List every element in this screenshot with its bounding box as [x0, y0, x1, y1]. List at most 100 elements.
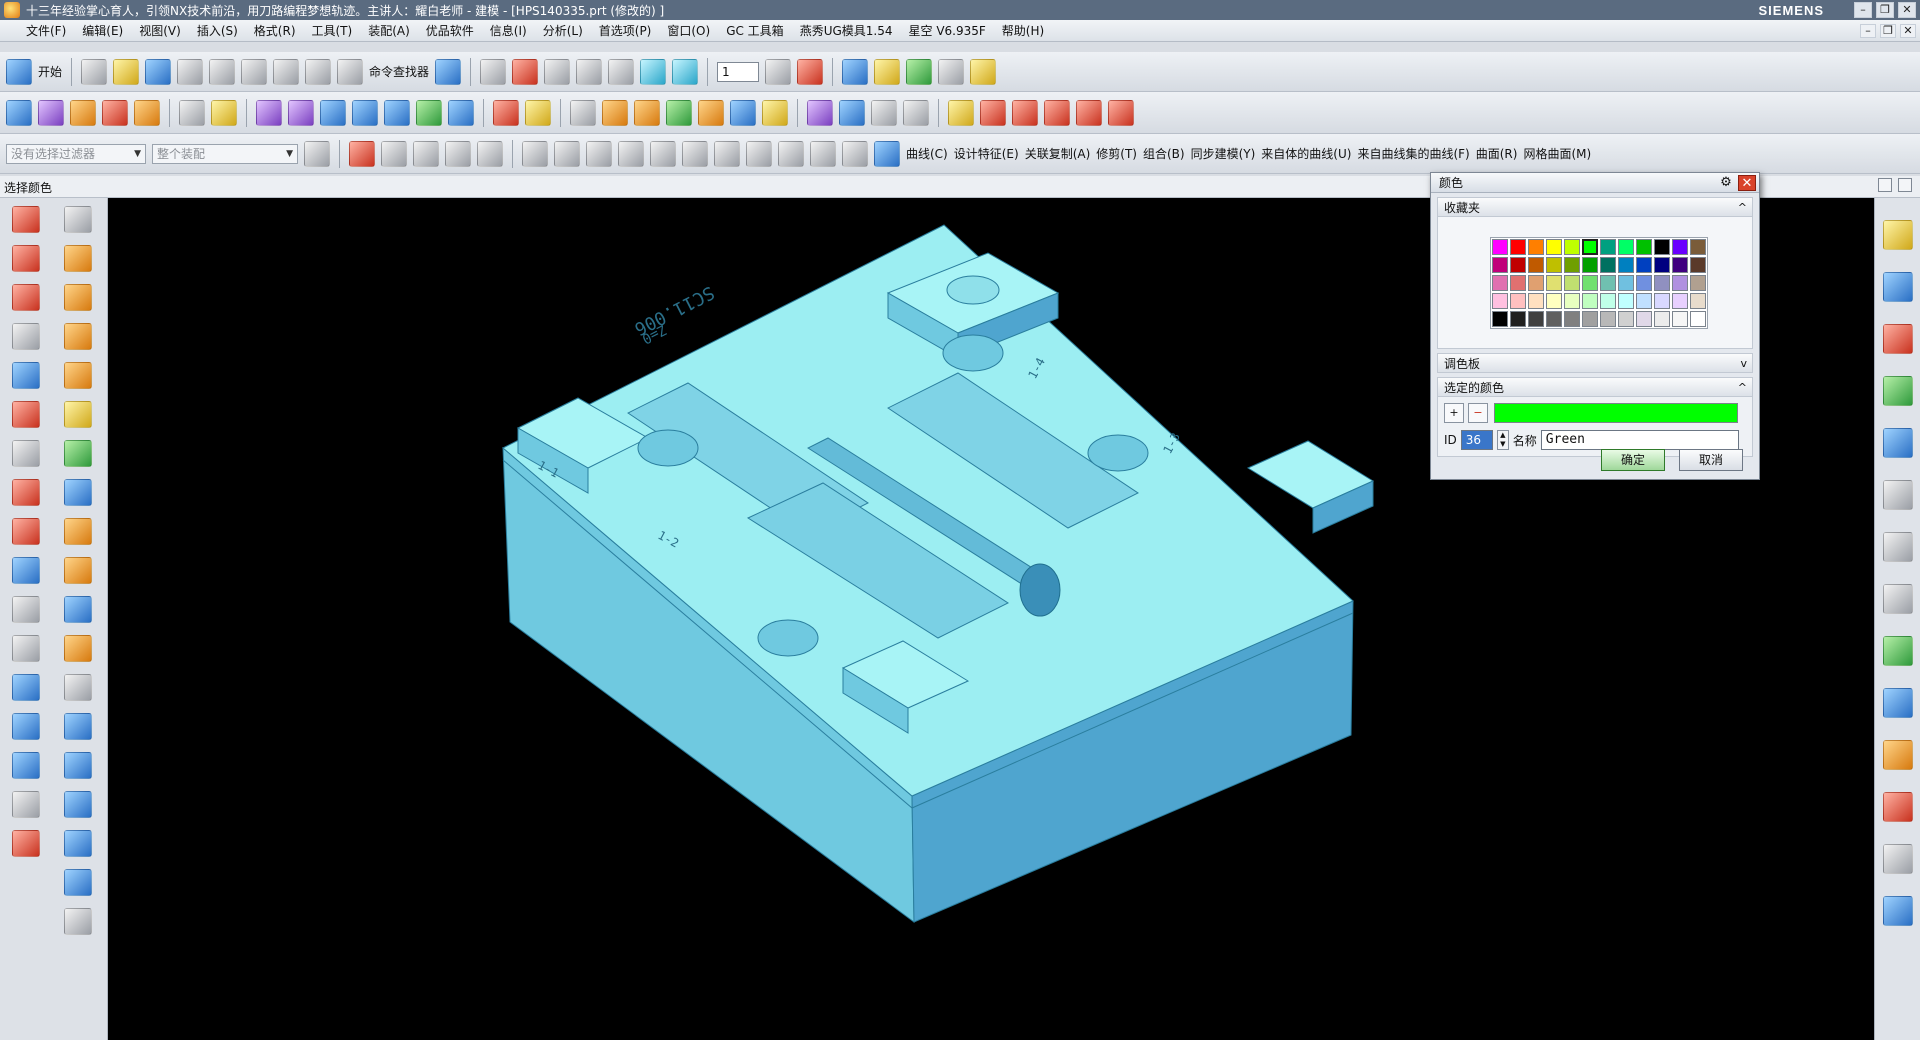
- color-id-input[interactable]: 36: [1460, 430, 1493, 450]
- part-navigator-icon[interactable]: [1882, 324, 1913, 354]
- curve-snap-icon[interactable]: [650, 140, 676, 167]
- color-swatch[interactable]: [1654, 293, 1670, 309]
- mirror-icon[interactable]: [64, 479, 92, 506]
- system-materials-icon[interactable]: [1882, 584, 1913, 614]
- quadrant-point-icon[interactable]: [746, 140, 772, 167]
- color-swatch[interactable]: [1564, 257, 1580, 273]
- menu-format[interactable]: 格式(R): [246, 22, 304, 39]
- color-swatch[interactable]: [1564, 239, 1580, 255]
- copy-icon[interactable]: [209, 58, 236, 85]
- color-swatch[interactable]: [1672, 275, 1688, 291]
- color-swatch[interactable]: [1636, 239, 1652, 255]
- type-filter-dropdown[interactable]: 没有选择过滤器 ▼: [6, 143, 146, 164]
- color-swatch[interactable]: [1582, 257, 1598, 273]
- n-sided-surface-icon[interactable]: [448, 99, 474, 126]
- line-snap-icon[interactable]: [618, 140, 644, 167]
- color-swatch[interactable]: [1564, 311, 1580, 327]
- menu-xingkong[interactable]: 星空 V6.935F: [901, 22, 994, 39]
- color-swatch[interactable]: [1546, 239, 1562, 255]
- color-swatch[interactable]: [1510, 275, 1526, 291]
- doc-restore-button[interactable]: ❐: [1880, 23, 1896, 38]
- start-button[interactable]: 开始: [38, 63, 62, 80]
- color-swatch[interactable]: [1546, 257, 1562, 273]
- intersect-curve-icon[interactable]: [12, 596, 40, 623]
- datum-plane-icon[interactable]: [807, 99, 833, 126]
- doc-close-button[interactable]: ✕: [1900, 23, 1916, 38]
- color-swatch[interactable]: [1600, 311, 1616, 327]
- delete-face-icon[interactable]: [64, 830, 92, 857]
- color-swatch[interactable]: [1528, 311, 1544, 327]
- text-icon[interactable]: [12, 440, 40, 467]
- save-icon[interactable]: [145, 58, 172, 85]
- open-folder-icon[interactable]: [113, 58, 140, 85]
- color-swatch[interactable]: [1618, 239, 1634, 255]
- color-swatch[interactable]: [1528, 257, 1544, 273]
- wcs-dynamic-icon[interactable]: [874, 58, 901, 85]
- measure-distance-icon[interactable]: [938, 58, 965, 85]
- gear-icon[interactable]: ⚙: [1718, 175, 1734, 191]
- cut-icon[interactable]: [177, 58, 204, 85]
- fillet-curve-icon[interactable]: [1076, 99, 1102, 126]
- nx-app-icon[interactable]: [4, 2, 20, 18]
- offset-curve-icon[interactable]: [12, 518, 40, 545]
- doc-minimize-button[interactable]: –: [1860, 23, 1876, 38]
- trim-curve-icon[interactable]: [980, 99, 1006, 126]
- history-clock-icon[interactable]: [1882, 532, 1913, 562]
- color-swatch[interactable]: [1492, 311, 1508, 327]
- revolve-icon[interactable]: [64, 284, 92, 311]
- emboss-icon[interactable]: [634, 99, 660, 126]
- paste-icon[interactable]: [241, 58, 268, 85]
- selection-scope-dropdown[interactable]: 整个装配 ▼: [152, 143, 298, 164]
- transform-icon[interactable]: [38, 99, 64, 126]
- color-swatch[interactable]: [1492, 239, 1508, 255]
- menu-trim[interactable]: 修剪(T): [1096, 145, 1137, 162]
- divide-curve-icon[interactable]: [1012, 99, 1038, 126]
- replace-face-icon[interactable]: [134, 99, 160, 126]
- play-icon[interactable]: [906, 58, 933, 85]
- ok-button[interactable]: 确定: [1601, 449, 1665, 471]
- hd3d-tools-icon[interactable]: [1882, 428, 1913, 458]
- pattern-icon[interactable]: [64, 440, 92, 467]
- collapse-icon[interactable]: ^: [1738, 381, 1747, 394]
- menu-curve[interactable]: 曲线(C): [906, 145, 948, 162]
- close-icon[interactable]: ✕: [1738, 174, 1756, 191]
- select-feature-icon[interactable]: [445, 140, 471, 167]
- color-swatch[interactable]: [1528, 239, 1544, 255]
- draft-icon[interactable]: [64, 596, 92, 623]
- undo-selection-icon[interactable]: [381, 140, 407, 167]
- join-curve-icon[interactable]: [12, 752, 40, 779]
- menu-info[interactable]: 信息(I): [482, 22, 535, 39]
- edit-feature-icon[interactable]: [948, 99, 974, 126]
- color-swatch[interactable]: [1672, 311, 1688, 327]
- sphere-icon[interactable]: [576, 58, 603, 85]
- block-icon[interactable]: [698, 99, 724, 126]
- menu-gc-toolkit[interactable]: GC 工具箱: [718, 22, 792, 39]
- extrude-solid-icon[interactable]: [64, 245, 92, 272]
- wcs-icon[interactable]: [842, 58, 869, 85]
- bounded-plane-icon[interactable]: [256, 99, 282, 126]
- process-studio-icon[interactable]: [1882, 636, 1913, 666]
- color-swatch[interactable]: [1600, 257, 1616, 273]
- color-swatch[interactable]: [1618, 275, 1634, 291]
- menu-preferences[interactable]: 首选项(P): [591, 22, 660, 39]
- color-swatch[interactable]: [1672, 239, 1688, 255]
- assembly-navigator-icon[interactable]: [1882, 220, 1913, 250]
- add-to-favorites-icon[interactable]: +: [1444, 403, 1464, 423]
- grid-surface-icon[interactable]: [288, 99, 314, 126]
- select-body-icon[interactable]: [413, 140, 439, 167]
- color-name-input[interactable]: Green: [1540, 430, 1739, 450]
- curve-length-icon[interactable]: [1044, 99, 1070, 126]
- color-swatch[interactable]: [1636, 257, 1652, 273]
- color-swatch[interactable]: [1582, 239, 1598, 255]
- menu-help[interactable]: 帮助(H): [994, 22, 1052, 39]
- color-swatch[interactable]: [1528, 293, 1544, 309]
- shaded-cube-icon[interactable]: [874, 140, 900, 167]
- orient-view-icon[interactable]: [640, 58, 667, 85]
- wrap-curve-icon[interactable]: [12, 713, 40, 740]
- view-triad-icon[interactable]: [672, 58, 699, 85]
- through-curves-icon[interactable]: [352, 99, 378, 126]
- spline-icon[interactable]: [12, 401, 40, 428]
- remove-from-favorites-icon[interactable]: −: [1468, 403, 1488, 423]
- color-swatch[interactable]: [1690, 293, 1706, 309]
- curve-mesh-icon[interactable]: [839, 99, 865, 126]
